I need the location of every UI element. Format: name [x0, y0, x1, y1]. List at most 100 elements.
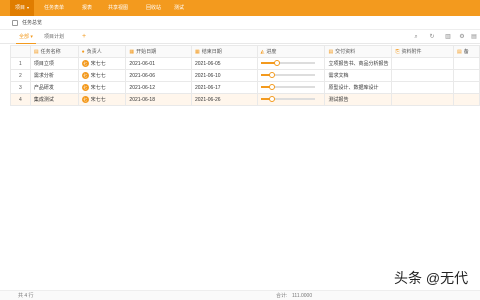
progress-cell[interactable]	[256, 57, 326, 70]
chevron-down-icon: ▾	[30, 34, 33, 40]
end-date-cell[interactable]: 2021-06-26	[190, 93, 258, 106]
table-row[interactable]: 1 项目立项七宋七七 2021-06-01 2021-06-05 立项报告书、商品分析报…	[10, 57, 480, 70]
header-label: 任务名称	[40, 49, 61, 55]
start-date-cell[interactable]: 2021-06-01	[125, 57, 192, 70]
menu-test[interactable]: 测试	[174, 0, 184, 16]
avatar: 七	[81, 96, 89, 104]
task-name-cell[interactable]: 需求分析	[29, 69, 79, 82]
deliverable-cell[interactable]: 测试报告	[324, 93, 393, 106]
owner-cell[interactable]: 七宋七七	[77, 81, 127, 94]
attachment-cell[interactable]	[391, 93, 455, 106]
header-label: 结束日期	[201, 49, 222, 55]
header-label: 备	[463, 49, 469, 55]
attachment-field-icon: ⎘	[395, 49, 400, 55]
tab-all[interactable]: 全部 ▾	[16, 30, 36, 44]
progress-cell[interactable]	[256, 81, 326, 94]
start-date-cell[interactable]: 2021-06-06	[125, 69, 192, 82]
remarks-cell[interactable]	[453, 93, 480, 106]
header-attachment[interactable]: ⎘ 资料附件	[391, 45, 455, 58]
progress-slider[interactable]	[260, 60, 315, 67]
owner-cell[interactable]: 七宋七七	[77, 93, 127, 106]
sum-label: 合计:	[276, 293, 288, 299]
top-menu-bar: 项目 ▾ 任务表单 报表 共享视图 回收站 测试	[0, 0, 480, 16]
search-icon[interactable]: ⌕	[412, 33, 420, 41]
header-label: 交付资料	[335, 49, 356, 55]
date-field-icon: ▦	[194, 49, 200, 55]
tab-all-label: 全部	[19, 34, 30, 40]
sum-value: 111.0000	[292, 293, 313, 299]
menu-task-form[interactable]: 任务表单	[44, 0, 64, 16]
task-name-cell[interactable]: 产品研发	[29, 81, 79, 94]
tab-project-plan[interactable]: 项目计划	[44, 30, 64, 44]
header-end-date[interactable]: ▦ 结束日期	[190, 45, 258, 58]
attachment-cell[interactable]	[391, 81, 455, 94]
page-title: 任务总览	[22, 20, 43, 26]
end-date-cell[interactable]: 2021-06-10	[190, 69, 258, 82]
menu-shared-view[interactable]: 共享视图	[108, 0, 128, 16]
task-name-cell[interactable]: 项目立项	[29, 57, 79, 70]
row-number[interactable]: 3	[10, 81, 31, 94]
progress-slider[interactable]	[260, 96, 315, 103]
progress-cell[interactable]	[256, 93, 326, 106]
settings-icon[interactable]: ⚙	[458, 33, 466, 41]
row-number[interactable]: 1	[10, 57, 31, 70]
header-remarks[interactable]: ▤ 备	[453, 45, 480, 58]
progress-cell[interactable]	[256, 69, 326, 82]
progress-slider[interactable]	[260, 72, 315, 79]
header-rownum	[10, 45, 31, 58]
menu-project-label: 项目	[15, 5, 26, 11]
date-field-icon: ▦	[129, 49, 135, 55]
menu-report[interactable]: 报表	[82, 0, 92, 16]
watermark: 头条 @无代	[394, 270, 469, 286]
table-icon	[12, 20, 18, 26]
remarks-cell[interactable]	[453, 57, 480, 70]
header-progress[interactable]: ◭ 进度	[256, 45, 326, 58]
table-row[interactable]: 4 集成测试七宋七七 2021-06-18 2021-06-26 测试报告	[10, 93, 480, 106]
start-date-cell[interactable]: 2021-06-12	[125, 81, 192, 94]
chart-icon[interactable]: ▥	[444, 33, 452, 41]
end-date-cell[interactable]: 2021-06-05	[190, 57, 258, 70]
add-view-icon[interactable]: +	[82, 30, 86, 44]
deliverable-cell[interactable]: 需求文档	[324, 69, 393, 82]
header-label: 进度	[266, 49, 277, 55]
refresh-icon[interactable]: ↻	[428, 33, 436, 41]
remarks-cell[interactable]	[453, 81, 480, 94]
header-task-name[interactable]: ▤ 任务名称	[29, 45, 79, 58]
start-date-cell[interactable]: 2021-06-18	[125, 93, 192, 106]
header-owner[interactable]: ● 负责人	[77, 45, 127, 58]
progress-slider[interactable]	[260, 84, 315, 91]
attachment-cell[interactable]	[391, 69, 455, 82]
owner-name: 宋七七	[90, 72, 106, 79]
header-start-date[interactable]: ▦ 开始日期	[125, 45, 192, 58]
page-header: 任务总览	[0, 16, 480, 30]
more-icon[interactable]: ▤	[470, 33, 478, 41]
row-count: 共 4 行	[18, 293, 34, 299]
header-label: 负责人	[86, 49, 102, 55]
header-label: 资料附件	[401, 49, 422, 55]
avatar: 七	[81, 84, 89, 92]
table-row[interactable]: 2 需求分析七宋七七 2021-06-06 2021-06-10 需求文档	[10, 69, 480, 82]
owner-cell[interactable]: 七宋七七	[77, 57, 127, 70]
menu-recycle-bin[interactable]: 回收站	[146, 0, 161, 16]
row-number[interactable]: 2	[10, 69, 31, 82]
row-number[interactable]: 4	[10, 93, 31, 106]
end-date-cell[interactable]: 2021-06-17	[190, 81, 258, 94]
user-field-icon: ●	[81, 49, 85, 55]
task-name-cell[interactable]: 集成测试	[29, 93, 79, 106]
text-field-icon: ▤	[457, 49, 462, 55]
remarks-cell[interactable]	[453, 69, 480, 82]
progress-field-icon: ◭	[260, 49, 265, 55]
progress-knob[interactable]	[269, 96, 276, 103]
view-tabs: 全部 ▾ 项目计划 + ⌕ ↻ ▥ ⚙ ▤	[0, 30, 480, 44]
deliverable-cell[interactable]: 立项报告书、商品分析报告	[324, 57, 393, 70]
table-header-row: ▤ 任务名称 ● 负责人 ▦ 开始日期 ▦ 结束日期 ◭ 进度 ▤ 交付资料 ⎘ 资料附件 ▤…	[10, 45, 480, 58]
progress-knob[interactable]	[269, 72, 276, 79]
progress-knob[interactable]	[273, 60, 280, 67]
menu-project[interactable]: 项目 ▾	[10, 0, 35, 16]
owner-cell[interactable]: 七宋七七	[77, 69, 127, 82]
progress-knob[interactable]	[269, 84, 276, 91]
table-row[interactable]: 3 产品研发七宋七七 2021-06-12 2021-06-17 原型设计、数据库设计	[10, 81, 480, 94]
header-deliverable[interactable]: ▤ 交付资料	[324, 45, 393, 58]
deliverable-cell[interactable]: 原型设计、数据库设计	[324, 81, 393, 94]
attachment-cell[interactable]	[391, 57, 455, 70]
